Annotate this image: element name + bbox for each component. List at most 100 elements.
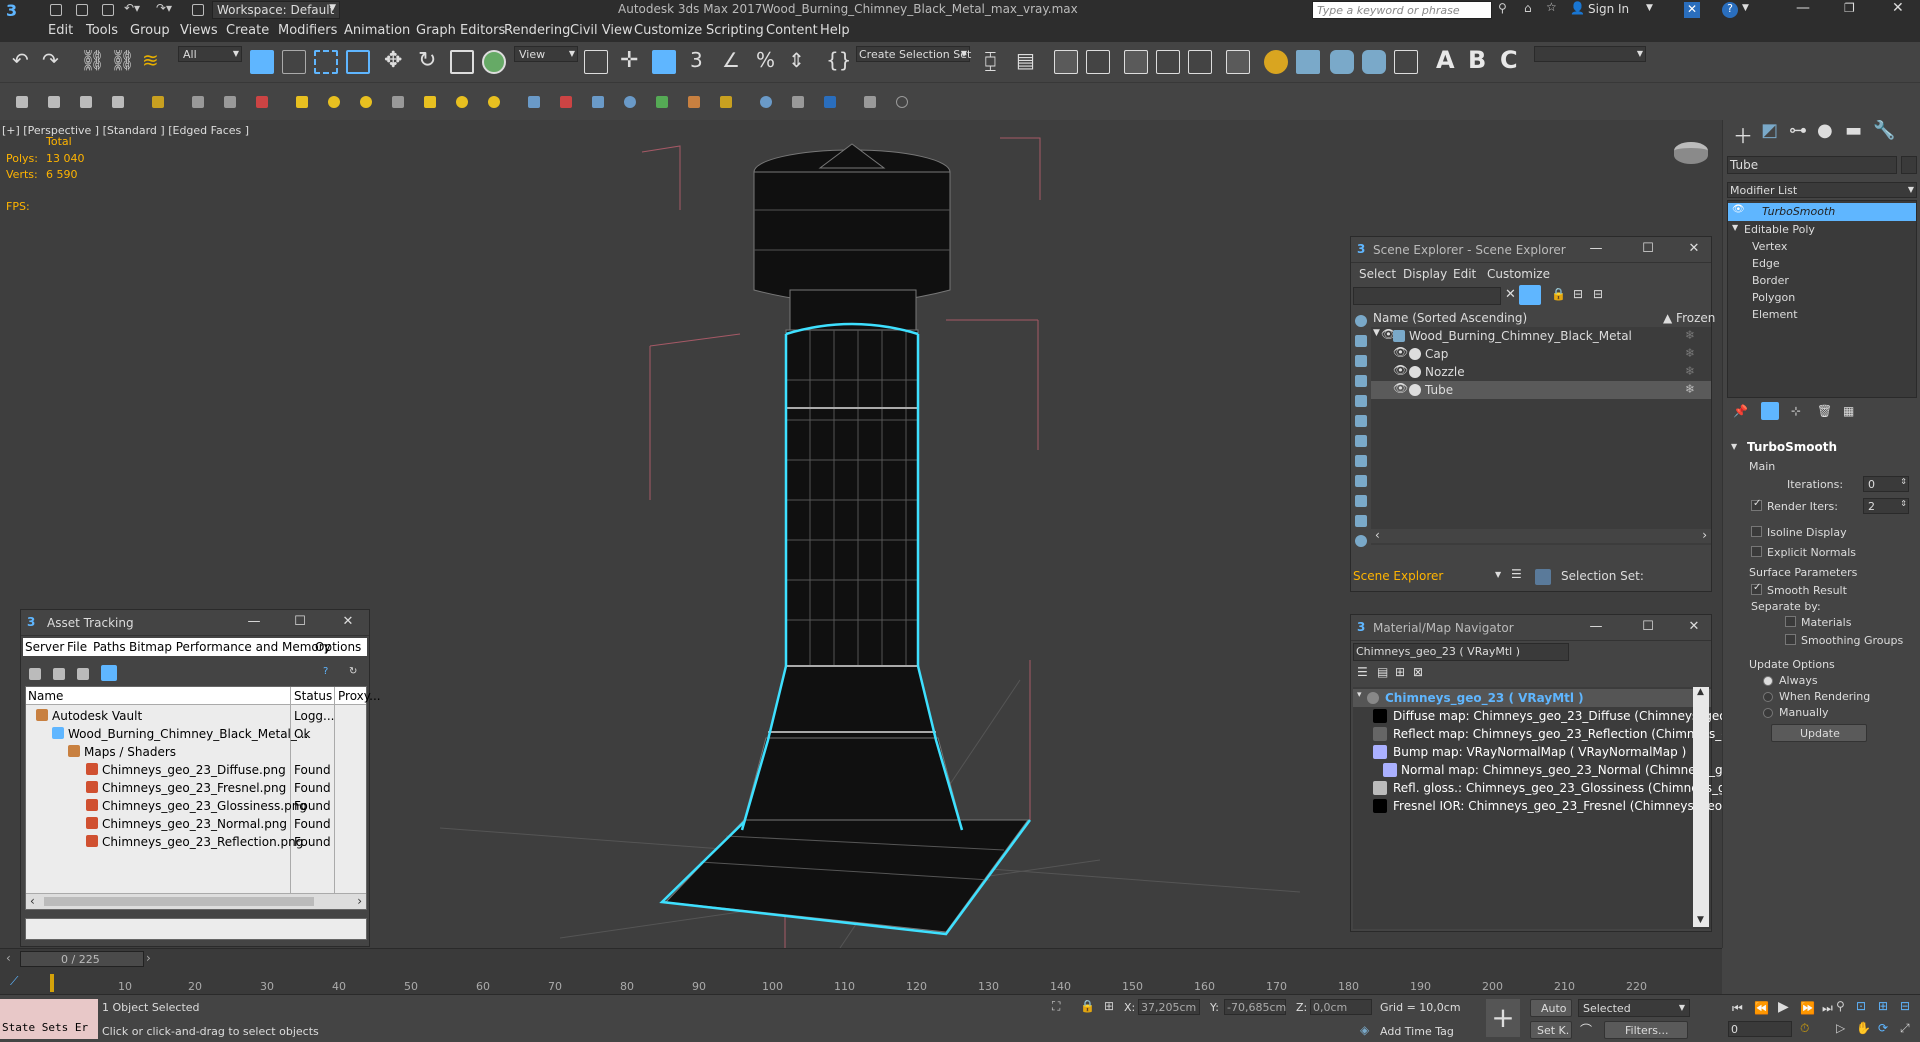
menu-modifiers[interactable]: Modifiers xyxy=(278,23,337,38)
select-object-icon[interactable] xyxy=(250,50,274,74)
workspace-dropdown[interactable]: Workspace: Default ▼ xyxy=(212,1,340,19)
toolbar-icon-4[interactable] xyxy=(112,96,124,108)
subobject-vertex[interactable]: Vertex xyxy=(1728,238,1916,256)
rollout-collapse-icon[interactable]: ▼ xyxy=(1731,442,1737,451)
object-name-field[interactable]: Tube xyxy=(1727,156,1897,174)
spinner-snap-icon[interactable]: ⇕ xyxy=(788,48,805,72)
checkout-icon[interactable] xyxy=(53,668,65,680)
view-list-icons-icon[interactable]: ▤ xyxy=(1377,665,1388,679)
view-list-icon[interactable]: ☰ xyxy=(1357,665,1368,679)
curve-editor-mini-icon[interactable]: ⟋ xyxy=(10,974,18,989)
help-icon[interactable]: ? xyxy=(323,666,328,677)
vray-sun-icon[interactable] xyxy=(424,96,436,108)
expand-icon[interactable]: ▼ xyxy=(1373,328,1380,338)
vray-sphere-geo-icon[interactable] xyxy=(624,96,636,108)
auto-key-button[interactable]: Auto xyxy=(1530,999,1572,1017)
toolbar-icon-5[interactable] xyxy=(152,96,164,108)
key-filter-dropdown[interactable]: Selected ▼ xyxy=(1578,999,1690,1017)
undo-icon[interactable]: ↶ xyxy=(12,48,29,72)
scene-menu-customize[interactable]: Customize xyxy=(1487,267,1550,281)
chevron-right-icon[interactable]: › xyxy=(1702,528,1707,542)
modifier-editable-poly[interactable]: ▼ Editable Poly xyxy=(1728,221,1916,239)
update-button[interactable]: Update xyxy=(1771,724,1867,742)
menu-tools[interactable]: Tools xyxy=(86,23,118,38)
filter-helpers-icon[interactable] xyxy=(1355,395,1367,407)
utilities-tab-icon[interactable]: 🔧 xyxy=(1873,120,1895,141)
visibility-eye-icon[interactable]: 👁 xyxy=(1732,204,1745,215)
vray-physical-camera-icon[interactable] xyxy=(760,96,772,108)
close-icon[interactable]: ✕ xyxy=(1892,0,1904,16)
rectangular-selection-icon[interactable] xyxy=(314,50,338,74)
x-coord-field[interactable]: 37,205cm xyxy=(1138,999,1200,1015)
toolbar-icon-1[interactable] xyxy=(16,96,28,108)
scene-item-cap[interactable]: 👁 Cap ❄ xyxy=(1371,345,1711,363)
z-coord-field[interactable]: 0,0cm xyxy=(1310,999,1372,1015)
search-input[interactable]: Type a keyword or phrase xyxy=(1312,1,1492,19)
maximize-icon[interactable]: ☐ xyxy=(1639,619,1657,637)
chevron-down-icon[interactable]: ▼ xyxy=(1495,570,1501,579)
current-frame-field[interactable]: 0 xyxy=(1728,1021,1792,1037)
redo-icon[interactable]: ↷▾ xyxy=(156,1,172,15)
render-setup-icon[interactable] xyxy=(1264,50,1288,74)
track-bar[interactable]: ⟋ 10 20 30 40 50 60 70 80 90 100 110 120… xyxy=(0,970,1722,994)
orbit-icon[interactable]: ⟳ xyxy=(1878,1021,1888,1035)
vray-ies-icon[interactable] xyxy=(392,96,404,108)
table-row[interactable]: Chimneys_geo_23_Diffuse.png Found xyxy=(26,761,366,779)
vray-sky-icon[interactable] xyxy=(488,96,500,108)
chevron-left-icon[interactable]: ‹ xyxy=(1375,528,1380,542)
asset-path-field[interactable] xyxy=(25,918,367,940)
rotate-icon[interactable]: ↻ xyxy=(418,48,436,73)
minimize-icon[interactable]: — xyxy=(245,614,263,632)
asset-col-status[interactable]: Status xyxy=(294,689,332,703)
maxscript-listener[interactable]: State Sets Er xyxy=(0,999,98,1039)
select-by-name-icon[interactable] xyxy=(282,50,306,74)
y-coord-field[interactable]: -70,685cm xyxy=(1224,999,1286,1015)
window-crossing-icon[interactable] xyxy=(346,50,370,74)
angle-snap-icon[interactable]: ∠ xyxy=(722,48,740,72)
layers-icon[interactable]: ☰ xyxy=(1511,567,1522,581)
always-radio[interactable] xyxy=(1763,676,1773,686)
asset-menu-file[interactable]: File xyxy=(67,640,87,654)
chevron-right-icon[interactable]: › xyxy=(146,951,151,965)
extra-dropdown[interactable]: ▼ xyxy=(1534,46,1646,62)
toolbar-icon-2[interactable] xyxy=(48,96,60,108)
menu-help[interactable]: Help xyxy=(820,23,850,38)
make-unique-icon[interactable]: ⊹ xyxy=(1791,404,1801,418)
subobject-edge[interactable]: Edge xyxy=(1728,255,1916,273)
filter-containers-icon[interactable] xyxy=(1355,495,1367,507)
frozen-snowflake-icon[interactable]: ❄ xyxy=(1685,328,1695,342)
menu-group[interactable]: Group xyxy=(130,23,170,38)
zoom-extents-all-icon[interactable]: ⊟ xyxy=(1900,999,1910,1013)
minimize-icon[interactable]: — xyxy=(1587,619,1605,637)
menu-customize[interactable]: Customize xyxy=(634,23,702,38)
menu-rendering[interactable]: Rendering xyxy=(504,23,570,38)
menu-edit[interactable]: Edit xyxy=(48,23,73,38)
vray-decal-icon[interactable] xyxy=(688,96,700,108)
vray-proxy-icon[interactable] xyxy=(528,96,540,108)
view-small-icons-icon[interactable]: ⊞ xyxy=(1395,665,1405,679)
key-mode-icon[interactable]: ⌒ xyxy=(1580,1021,1592,1038)
scene-search-input[interactable] xyxy=(1353,287,1501,305)
subscription-icon[interactable]: ⌂ xyxy=(1524,1,1532,15)
filter-lights-icon[interactable] xyxy=(1355,355,1367,367)
selection-set-icon[interactable] xyxy=(1535,569,1551,585)
curve-editor-icon[interactable] xyxy=(1156,50,1180,74)
filter-icon[interactable] xyxy=(1519,285,1541,305)
pan-icon[interactable]: ✋ xyxy=(1856,1021,1871,1035)
configure-sets-icon[interactable]: ▦ xyxy=(1843,404,1854,418)
vray-light-icon[interactable] xyxy=(296,96,308,108)
help-icon[interactable]: ? xyxy=(1722,2,1738,18)
menu-scripting[interactable]: Scripting xyxy=(706,23,764,38)
chevron-right-icon[interactable]: › xyxy=(357,894,362,908)
materials-checkbox[interactable] xyxy=(1785,616,1796,627)
time-slider-thumb[interactable]: 0 / 225 xyxy=(20,951,144,967)
isoline-checkbox[interactable] xyxy=(1751,526,1762,537)
filter-xrefs-icon[interactable] xyxy=(1355,455,1367,467)
asset-col-name[interactable]: Name xyxy=(28,689,63,703)
zoom-icon[interactable]: ⚲ xyxy=(1836,999,1845,1013)
rendered-frame-window-icon[interactable] xyxy=(1296,50,1320,74)
select-manipulate-icon[interactable]: ✛ xyxy=(620,48,638,73)
chevron-down-icon[interactable]: ▼ xyxy=(1742,3,1749,13)
previous-frame-icon[interactable]: ⏪ xyxy=(1754,1001,1769,1015)
filter-cameras-icon[interactable] xyxy=(1355,375,1367,387)
